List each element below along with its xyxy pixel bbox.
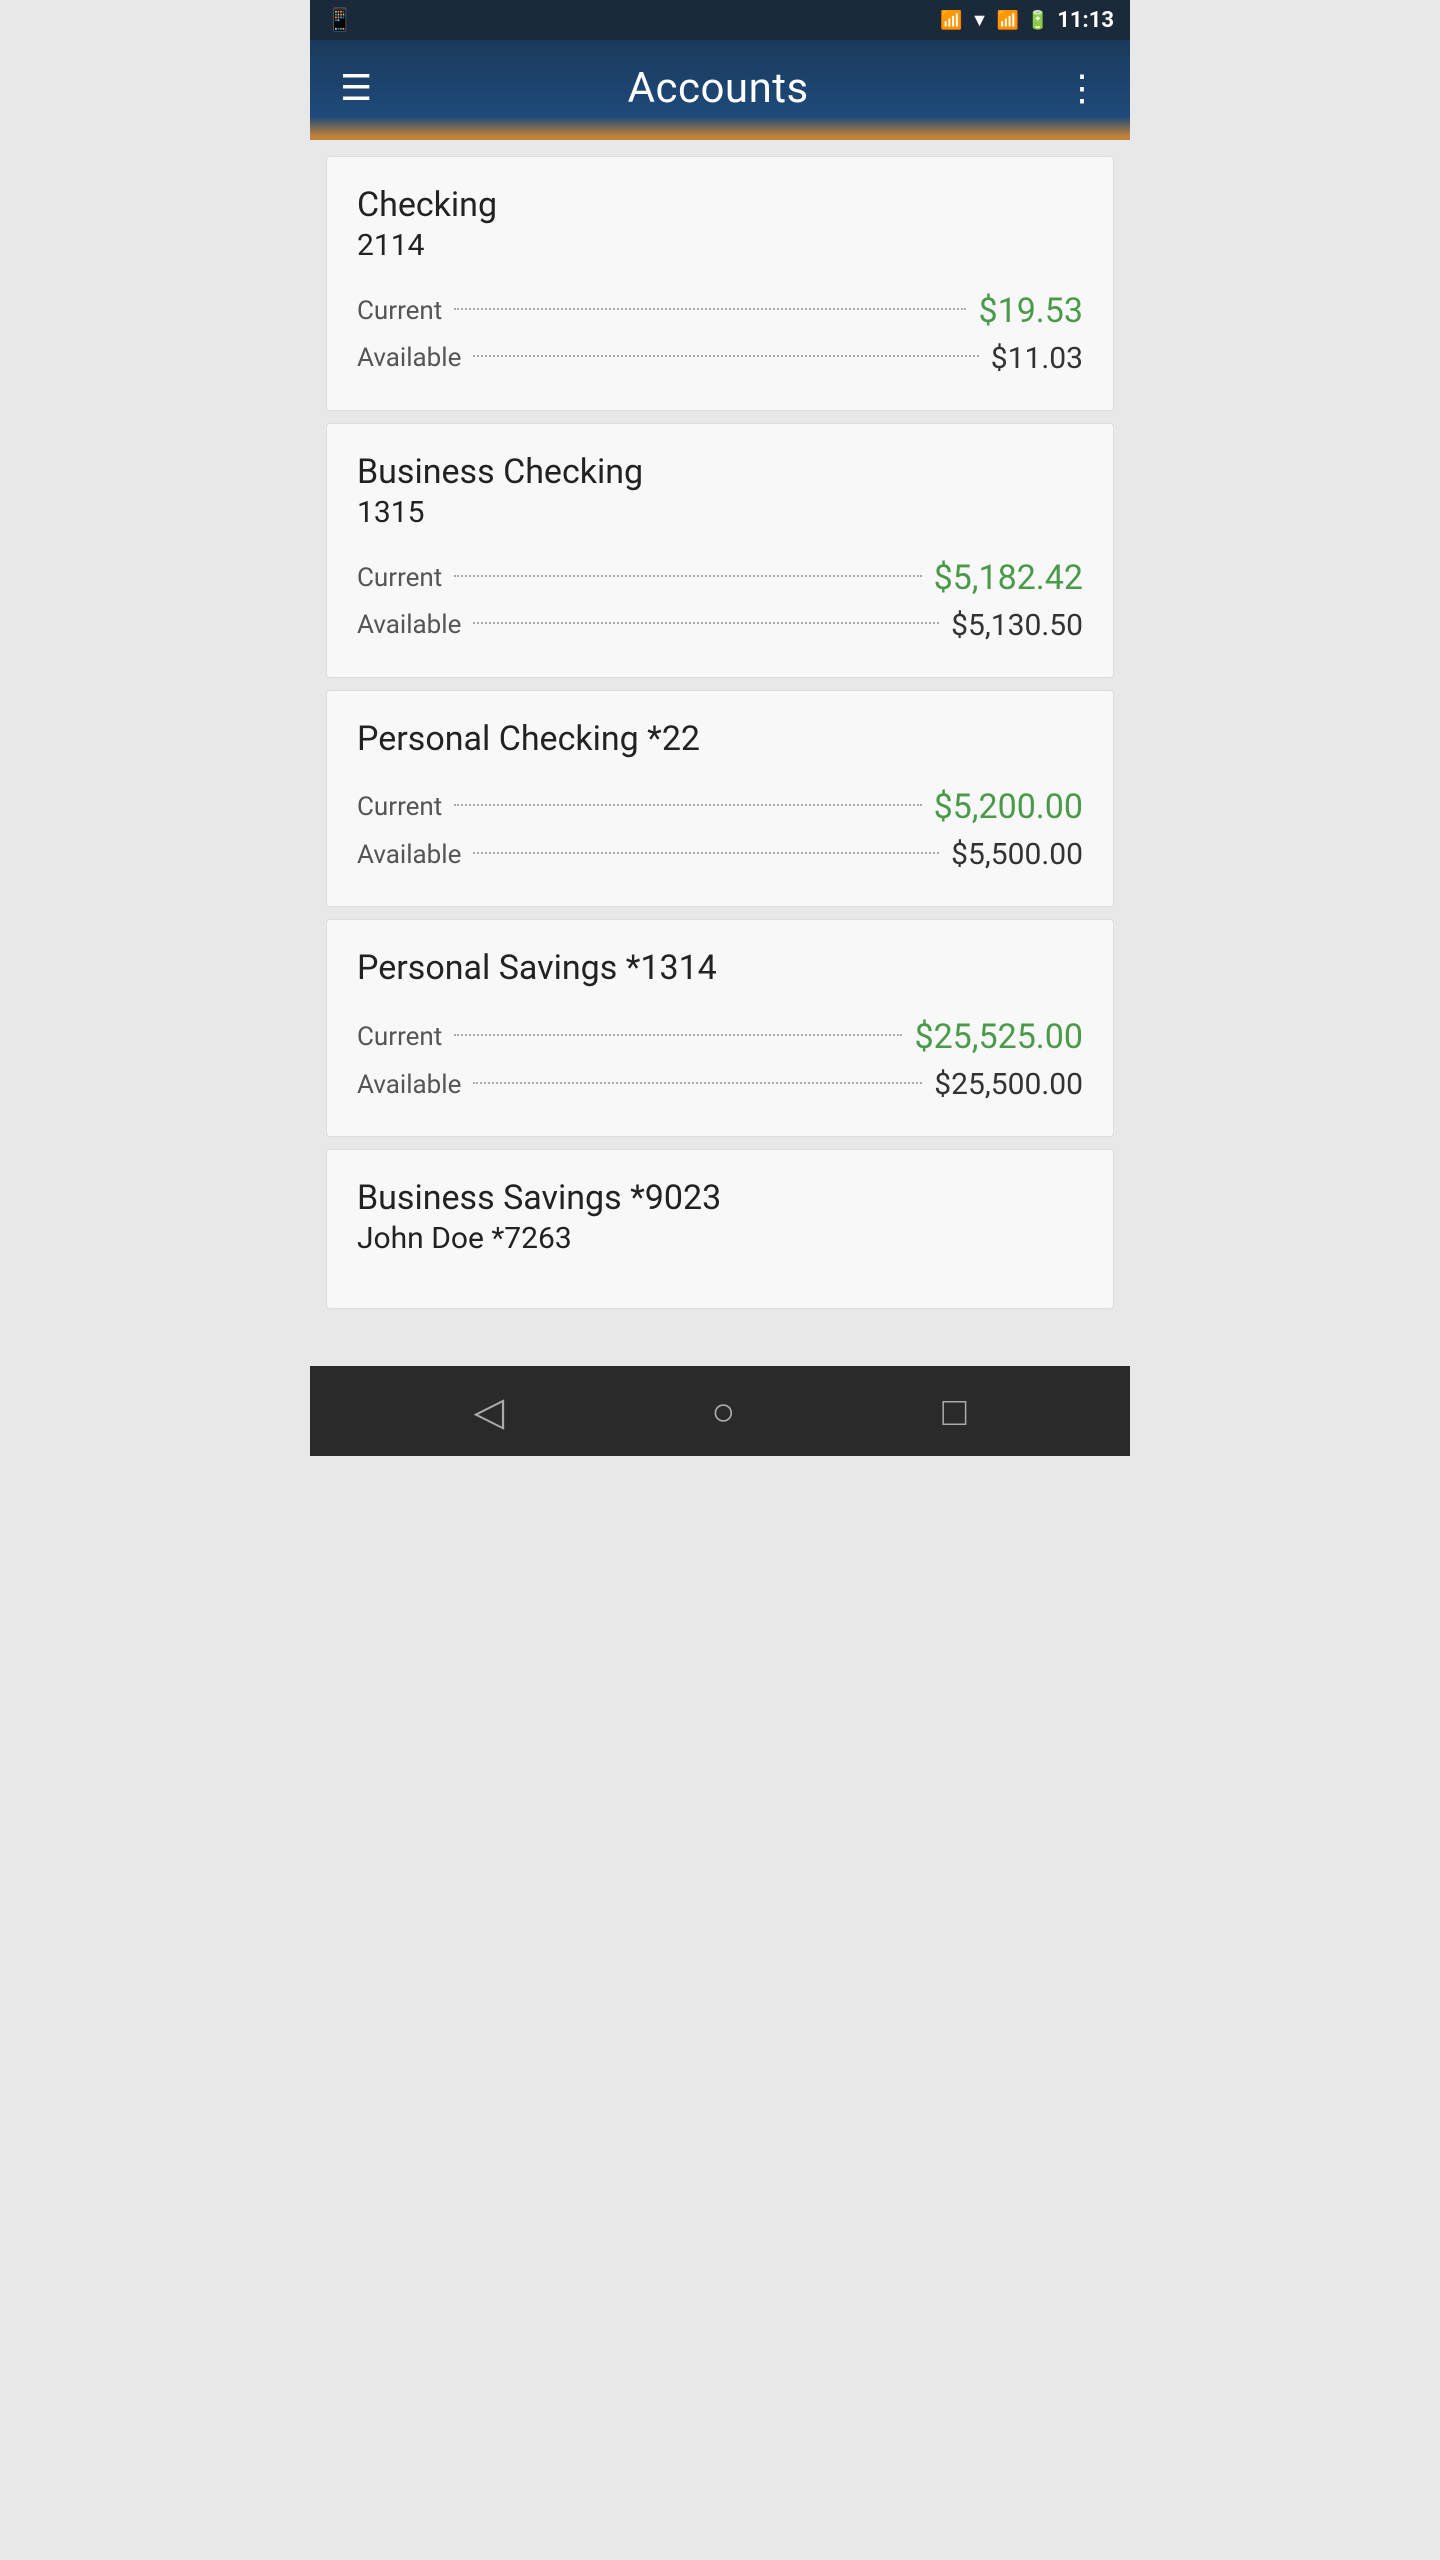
account-card-business-savings[interactable]: Business Savings *9023 John Doe *7263 (326, 1149, 1114, 1309)
status-bar: 📱 📶 ▼ 📶 🔋 11:13 (310, 0, 1130, 40)
account-number: 1315 (357, 495, 1083, 530)
current-label: Current (357, 792, 442, 822)
dots-separator (473, 852, 939, 854)
account-card-personal-savings[interactable]: Personal Savings *1314 Current $25,525.0… (326, 919, 1114, 1137)
account-name: Checking (357, 185, 1083, 226)
dots-separator (473, 1082, 922, 1084)
more-options-icon[interactable]: ⋮ (1064, 67, 1100, 109)
current-label: Current (357, 296, 442, 326)
current-amount: $5,182.42 (934, 558, 1083, 598)
battery-icon: 🔋 (1027, 10, 1049, 31)
dots-separator (473, 355, 978, 357)
current-label: Current (357, 1022, 442, 1052)
home-button[interactable]: ○ (711, 1388, 735, 1435)
account-name: Personal Savings *1314 (357, 948, 1083, 989)
time-display: 11:13 (1057, 8, 1114, 33)
hamburger-menu-icon[interactable]: ☰ (340, 67, 372, 109)
account-name: Personal Checking *22 (357, 719, 1083, 760)
available-row: Available $5,130.50 (357, 608, 1083, 643)
android-icon: 📱 (326, 8, 353, 33)
status-bar-right: 📶 ▼ 📶 🔋 11:13 (940, 8, 1114, 33)
current-amount: $19.53 (978, 291, 1083, 331)
available-label: Available (357, 840, 461, 870)
page-title: Accounts (628, 64, 809, 113)
available-amount: $11.03 (991, 341, 1083, 376)
available-row: Available $25,500.00 (357, 1067, 1083, 1102)
accounts-list: Checking 2114 Current $19.53 Available $… (310, 140, 1130, 1366)
dots-separator (454, 804, 921, 806)
dots-separator (473, 622, 939, 624)
status-bar-left: 📱 (326, 8, 353, 33)
recents-button[interactable]: □ (942, 1388, 966, 1435)
app-header: ☰ Accounts ⋮ (310, 40, 1130, 140)
account-owner: John Doe *7263 (357, 1221, 1083, 1256)
available-row: Available $11.03 (357, 341, 1083, 376)
account-number: 2114 (357, 228, 1083, 263)
current-row: Current $5,182.42 (357, 558, 1083, 598)
signal-icon: ▼ (971, 10, 989, 31)
available-amount: $5,130.50 (951, 608, 1083, 643)
current-label: Current (357, 563, 442, 593)
current-row: Current $25,525.00 (357, 1017, 1083, 1057)
account-name: Business Savings *9023 (357, 1178, 1083, 1219)
available-label: Available (357, 343, 461, 373)
available-row: Available $5,500.00 (357, 837, 1083, 872)
wifi-icon: 📶 (996, 10, 1018, 31)
current-row: Current $19.53 (357, 291, 1083, 331)
dots-separator (454, 308, 966, 310)
available-amount: $5,500.00 (951, 837, 1083, 872)
dots-separator (454, 1034, 902, 1036)
account-card-business-checking[interactable]: Business Checking 1315 Current $5,182.42… (326, 423, 1114, 678)
bottom-navigation: ◁ ○ □ (310, 1366, 1130, 1456)
current-row: Current $5,200.00 (357, 787, 1083, 827)
available-amount: $25,500.00 (934, 1067, 1083, 1102)
bluetooth-icon: 📶 (940, 10, 962, 31)
account-card-personal-checking[interactable]: Personal Checking *22 Current $5,200.00 … (326, 690, 1114, 908)
dots-separator (454, 575, 921, 577)
account-card-checking[interactable]: Checking 2114 Current $19.53 Available $… (326, 156, 1114, 411)
current-amount: $5,200.00 (934, 787, 1083, 827)
back-button[interactable]: ◁ (473, 1388, 504, 1435)
account-name: Business Checking (357, 452, 1083, 493)
current-amount: $25,525.00 (914, 1017, 1083, 1057)
available-label: Available (357, 610, 461, 640)
available-label: Available (357, 1070, 461, 1100)
